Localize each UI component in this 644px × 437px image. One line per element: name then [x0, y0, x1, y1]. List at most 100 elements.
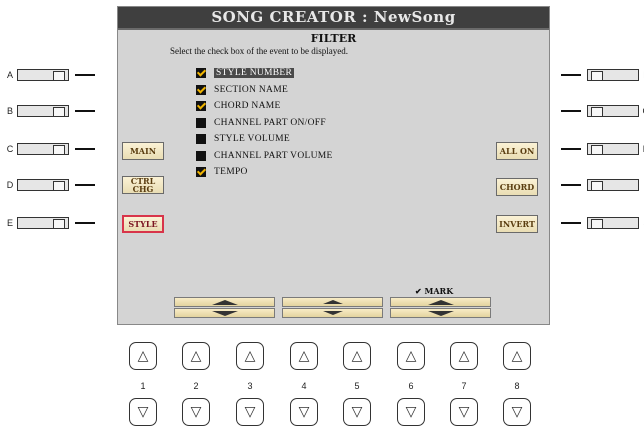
- side-button-label: C: [6, 144, 14, 154]
- triangle-down-icon: ▽: [351, 404, 363, 420]
- lower-button-2-down[interactable]: ▽: [182, 398, 210, 426]
- side-button-g[interactable]: G: [555, 104, 644, 118]
- lower-button-3-up[interactable]: △: [236, 342, 264, 370]
- triangle-down-icon: ▽: [298, 404, 310, 420]
- connector-line: [561, 74, 581, 76]
- checkbox[interactable]: [196, 117, 206, 128]
- side-button-key[interactable]: [17, 143, 69, 155]
- side-button-j[interactable]: J: [555, 216, 644, 230]
- side-button-i[interactable]: I: [555, 178, 644, 192]
- arrow-up-icon: [211, 299, 238, 305]
- side-button-key[interactable]: [587, 217, 639, 229]
- triangle-down-icon: ▽: [511, 404, 523, 420]
- list-item-section-name[interactable]: SECTION NAME: [196, 82, 333, 99]
- checkbox[interactable]: [196, 101, 206, 112]
- style-button[interactable]: STYLE: [122, 215, 164, 233]
- side-button-e[interactable]: E: [3, 216, 101, 230]
- connector-line: [561, 148, 581, 150]
- scroll-down-button-1[interactable]: [174, 308, 275, 318]
- list-item-tempo[interactable]: TEMPO: [196, 164, 333, 181]
- event-label: STYLE VOLUME: [214, 134, 290, 145]
- lower-button-number: 6: [408, 381, 414, 391]
- side-button-a[interactable]: A: [3, 68, 101, 82]
- list-item-chord-name[interactable]: CHORD NAME: [196, 98, 333, 115]
- ctrl-chg-label-line2: CHG: [132, 184, 154, 194]
- connector-line: [561, 110, 581, 112]
- triangle-down-icon: ▽: [190, 404, 202, 420]
- ctrl-chg-button[interactable]: CTRL CHG: [122, 176, 164, 194]
- side-button-label: B: [6, 106, 13, 116]
- lower-button-7-down[interactable]: ▽: [450, 398, 478, 426]
- checkbox[interactable]: [196, 167, 206, 178]
- lower-button-6-up[interactable]: △: [397, 342, 425, 370]
- side-button-c[interactable]: C: [3, 142, 101, 156]
- side-button-b[interactable]: B: [3, 104, 101, 118]
- invert-button-label: INVERT: [499, 219, 535, 229]
- side-button-key[interactable]: [587, 105, 639, 117]
- lower-button-4-down[interactable]: ▽: [290, 398, 318, 426]
- event-label: STYLE NUMBER: [214, 68, 295, 79]
- lower-button-5-up[interactable]: △: [343, 342, 371, 370]
- scroll-up-button-1[interactable]: [174, 297, 275, 307]
- side-button-key[interactable]: [17, 179, 69, 191]
- lower-button-7-up[interactable]: △: [450, 342, 478, 370]
- list-item-channel-part-on-off[interactable]: CHANNEL PART ON/OFF: [196, 115, 333, 132]
- event-checklist: STYLE NUMBER SECTION NAME CHORD NAME CHA…: [196, 65, 333, 181]
- event-label: CHORD NAME: [214, 101, 281, 112]
- side-button-d[interactable]: D: [3, 178, 101, 192]
- lower-button-1-down[interactable]: ▽: [129, 398, 157, 426]
- list-item-style-number[interactable]: STYLE NUMBER: [196, 65, 333, 82]
- side-button-f[interactable]: F: [555, 68, 644, 82]
- mark-down-button[interactable]: [390, 308, 491, 318]
- mark-label: ✔ MARK: [415, 286, 454, 296]
- chord-button-label: CHORD: [499, 182, 535, 192]
- lower-button-3-down[interactable]: ▽: [236, 398, 264, 426]
- window-title: SONG CREATOR : NewSong: [118, 7, 549, 30]
- triangle-up-icon: △: [511, 348, 523, 364]
- side-button-key[interactable]: [587, 143, 639, 155]
- event-label: CHANNEL PART ON/OFF: [214, 117, 326, 128]
- event-label: TEMPO: [214, 167, 248, 178]
- lower-button-5-down[interactable]: ▽: [343, 398, 371, 426]
- arrow-down-icon: [211, 310, 238, 316]
- triangle-up-icon: △: [351, 348, 363, 364]
- event-label: SECTION NAME: [214, 84, 289, 95]
- checkbox[interactable]: [196, 150, 206, 161]
- list-item-channel-part-volume[interactable]: CHANNEL PART VOLUME: [196, 148, 333, 165]
- side-button-key[interactable]: [17, 105, 69, 117]
- chord-button[interactable]: CHORD: [496, 178, 538, 196]
- side-button-key[interactable]: [587, 179, 639, 191]
- lower-button-number: 2: [193, 381, 199, 391]
- connector-line: [75, 110, 95, 112]
- lower-button-number: 5: [354, 381, 360, 391]
- lower-button-6-down[interactable]: ▽: [397, 398, 425, 426]
- side-button-key[interactable]: [17, 69, 69, 81]
- checkbox[interactable]: [196, 68, 206, 79]
- style-button-label: STYLE: [128, 219, 158, 229]
- scroll-up-button-2[interactable]: [282, 297, 383, 307]
- all-on-button[interactable]: ALL ON: [496, 142, 538, 160]
- scroll-down-button-2[interactable]: [282, 308, 383, 318]
- side-button-key[interactable]: [17, 217, 69, 229]
- checkbox[interactable]: [196, 134, 206, 145]
- all-on-button-label: ALL ON: [499, 146, 535, 156]
- checkbox[interactable]: [196, 84, 206, 95]
- side-button-label: J: [639, 218, 644, 228]
- main-button[interactable]: MAIN: [122, 142, 164, 160]
- side-button-key[interactable]: [587, 69, 639, 81]
- triangle-up-icon: △: [137, 348, 149, 364]
- side-button-h[interactable]: H: [555, 142, 644, 156]
- invert-button[interactable]: INVERT: [496, 215, 538, 233]
- lower-button-8-up[interactable]: △: [503, 342, 531, 370]
- lower-button-8-down[interactable]: ▽: [503, 398, 531, 426]
- list-item-style-volume[interactable]: STYLE VOLUME: [196, 131, 333, 148]
- mark-up-button[interactable]: [390, 297, 491, 307]
- lower-button-2-up[interactable]: △: [182, 342, 210, 370]
- triangle-down-icon: ▽: [405, 404, 417, 420]
- side-button-label: G: [639, 106, 644, 116]
- lower-button-4-up[interactable]: △: [290, 342, 318, 370]
- triangle-up-icon: △: [458, 348, 470, 364]
- triangle-down-icon: ▽: [244, 404, 256, 420]
- lower-button-number: 8: [514, 381, 520, 391]
- lower-button-1-up[interactable]: △: [129, 342, 157, 370]
